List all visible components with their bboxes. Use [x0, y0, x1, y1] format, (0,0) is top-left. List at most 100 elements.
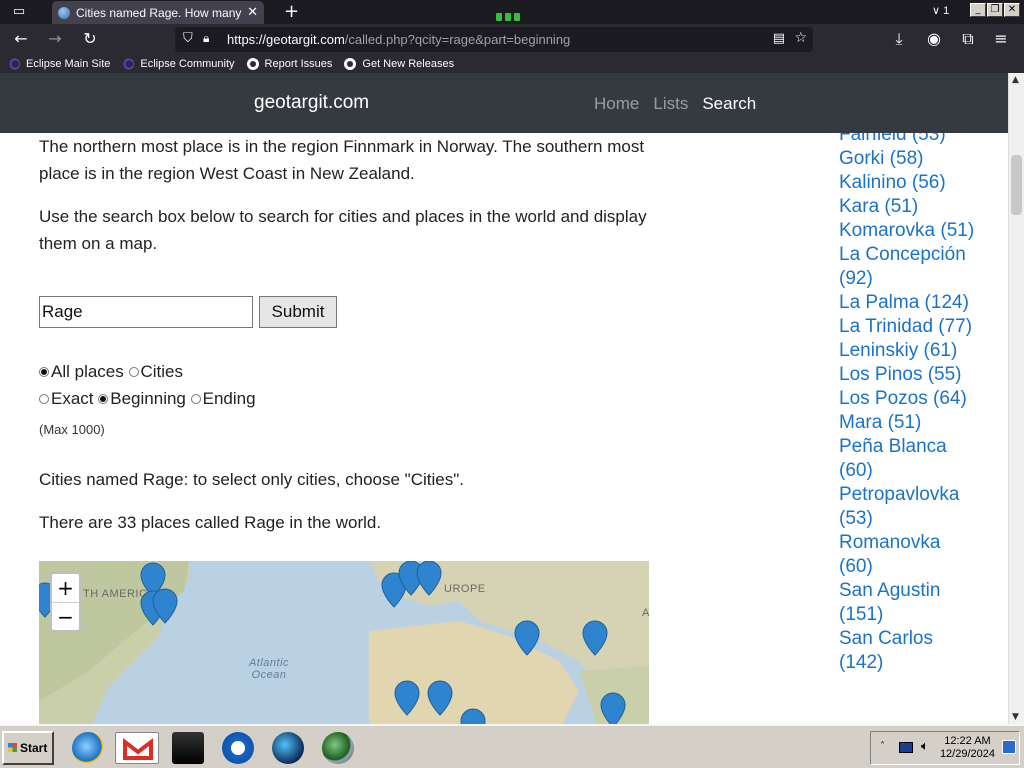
city-link[interactable]: Leninskiy (61): [839, 339, 979, 363]
zoom-control: + −: [50, 572, 81, 632]
restore-button[interactable]: ❐: [987, 3, 1003, 17]
reader-view-icon[interactable]: ▤: [773, 31, 785, 46]
scroll-up-icon[interactable]: ▲: [1012, 75, 1019, 85]
results-map[interactable]: TH AMERIC UROPE Atlantic Ocean A + −: [39, 561, 649, 724]
network-app-icon[interactable]: [322, 732, 354, 764]
city-link[interactable]: Los Pinos (55): [839, 363, 979, 387]
city-link[interactable]: La Trinidad (77): [839, 315, 979, 339]
tray-expand-icon[interactable]: ˄: [880, 741, 885, 752]
terminal-icon[interactable]: [172, 732, 204, 764]
account-icon[interactable]: ◉: [923, 28, 945, 50]
zoom-out-button[interactable]: −: [52, 603, 79, 632]
city-link[interactable]: Komarovka (51): [839, 219, 979, 243]
city-link[interactable]: San Carlos (142): [839, 627, 979, 675]
map-label-america: TH AMERIC: [83, 588, 148, 600]
city-link[interactable]: Peña Blanca (60): [839, 435, 979, 483]
scroll-down-icon[interactable]: ▼: [1012, 712, 1019, 722]
site-nav-links: Home Lists Search: [594, 94, 756, 114]
city-link[interactable]: Los Pozos (64): [839, 387, 979, 411]
city-link[interactable]: Petropavlovka (53): [839, 483, 979, 531]
eclipse-icon: [122, 57, 135, 70]
reload-icon[interactable]: ↻: [79, 28, 101, 50]
map-label-ocean: Atlantic Ocean: [248, 657, 290, 681]
bookmark-eclipse-community[interactable]: Eclipse Community: [122, 57, 235, 70]
city-link[interactable]: Gorki (58): [839, 147, 979, 171]
places-count: There are 33 places called Rage in the w…: [39, 513, 382, 532]
submit-button[interactable]: Submit: [259, 296, 337, 328]
city-link[interactable]: La Palma (124): [839, 291, 979, 315]
gmail-icon[interactable]: [115, 732, 159, 764]
clock[interactable]: 12:22 AM 12/29/2024: [940, 735, 995, 761]
city-list: Fairfield (53) Gorki (58) Kalinino (56) …: [839, 123, 989, 675]
nav-search[interactable]: Search: [702, 94, 756, 114]
tab-strip: ▭ Cities named Rage. How many plac ✕ + ∨…: [0, 0, 1024, 24]
radio-ending[interactable]: [190, 394, 201, 404]
map-marker[interactable]: [514, 620, 540, 656]
map-marker[interactable]: [416, 561, 442, 596]
address-bar[interactable]: ⛉ 🔒︎ https://geotargit.com/called.php?qc…: [175, 27, 813, 52]
map-label-edge: A: [642, 607, 649, 619]
internet-explorer-icon[interactable]: [72, 732, 104, 764]
site-navbar: geotargit.com Home Lists Search: [0, 73, 1008, 133]
bookmark-eclipse-main[interactable]: Eclipse Main Site: [8, 57, 110, 70]
page-scrollbar[interactable]: ▲ ▼: [1008, 73, 1024, 724]
start-button[interactable]: Start: [2, 731, 54, 765]
site-brand[interactable]: geotargit.com: [254, 92, 369, 114]
search-input[interactable]: [39, 296, 253, 328]
minimize-button[interactable]: _: [970, 3, 986, 17]
match-type-radios: Exact Beginning Ending: [39, 385, 256, 412]
bookmark-star-icon[interactable]: ☆: [794, 30, 807, 46]
map-marker[interactable]: [582, 620, 608, 656]
city-link[interactable]: La Concepción (92): [839, 243, 979, 291]
eclipse-icon: [8, 57, 20, 70]
github-icon: [344, 57, 357, 70]
forward-icon[interactable]: →: [44, 28, 66, 50]
nav-lists[interactable]: Lists: [653, 94, 688, 114]
globe-icon: [58, 6, 70, 19]
city-link[interactable]: San Agustin (151): [839, 579, 979, 627]
radio-all-places[interactable]: [39, 367, 49, 377]
radio-beginning[interactable]: [98, 394, 109, 404]
map-marker[interactable]: [394, 680, 420, 716]
map-label-europe: UROPE: [444, 583, 486, 595]
close-tab-icon[interactable]: ✕: [247, 5, 258, 20]
active-tab[interactable]: Cities named Rage. How many plac ✕: [52, 1, 264, 24]
private-browsing-icon: [496, 6, 528, 21]
browser-toolbar: ← → ↻ ⛉ 🔒︎ https://geotargit.com/called.…: [0, 24, 1024, 54]
city-link[interactable]: Romanovka (60): [839, 531, 979, 579]
nav-home[interactable]: Home: [594, 94, 639, 114]
url-text[interactable]: https://geotargit.com/called.php?qcity=r…: [227, 32, 570, 47]
city-link[interactable]: Kalinino (56): [839, 171, 979, 195]
display-tray-icon[interactable]: [899, 742, 913, 753]
cities-hint: Cities named Rage: to select only cities…: [39, 470, 464, 489]
downloads-icon[interactable]: ⤓: [888, 28, 910, 50]
bookmark-report-issues[interactable]: Report Issues: [246, 57, 332, 70]
map-marker[interactable]: [600, 692, 626, 724]
radio-cities[interactable]: [128, 367, 139, 377]
tab-count[interactable]: ∨ 1: [932, 4, 949, 17]
close-window-button[interactable]: ✕: [1004, 3, 1020, 17]
map-marker[interactable]: [427, 680, 453, 716]
city-link[interactable]: Kara (51): [839, 195, 979, 219]
extensions-icon[interactable]: ⧉: [957, 28, 979, 50]
new-tab-icon[interactable]: +: [284, 2, 299, 22]
radio-exact[interactable]: [39, 394, 49, 404]
globe-app-icon[interactable]: [272, 732, 304, 764]
lock-icon[interactable]: 🔒︎: [203, 31, 209, 46]
menu-icon[interactable]: ≡: [990, 28, 1012, 50]
bookmark-get-new-releases[interactable]: Get New Releases: [344, 57, 454, 70]
city-link[interactable]: Mara (51): [839, 411, 979, 435]
back-icon[interactable]: ←: [10, 28, 32, 50]
max-note: (Max 1000): [39, 422, 105, 437]
search-form: Submit: [39, 296, 337, 328]
window-controls: _ ❐ ✕: [970, 3, 1020, 17]
map-marker[interactable]: [460, 708, 486, 724]
notification-icon[interactable]: [1002, 740, 1016, 754]
tab-list-icon[interactable]: ▭: [10, 4, 28, 20]
zoom-in-button[interactable]: +: [52, 574, 79, 603]
system-tray: ˄ 🔈︎ 12:22 AM 12/29/2024: [870, 731, 1020, 765]
scroll-thumb[interactable]: [1011, 155, 1022, 215]
shield-icon[interactable]: ⛉: [183, 31, 193, 46]
volume-icon[interactable]: 🔈︎: [921, 739, 929, 754]
media-player-icon[interactable]: [222, 732, 254, 764]
